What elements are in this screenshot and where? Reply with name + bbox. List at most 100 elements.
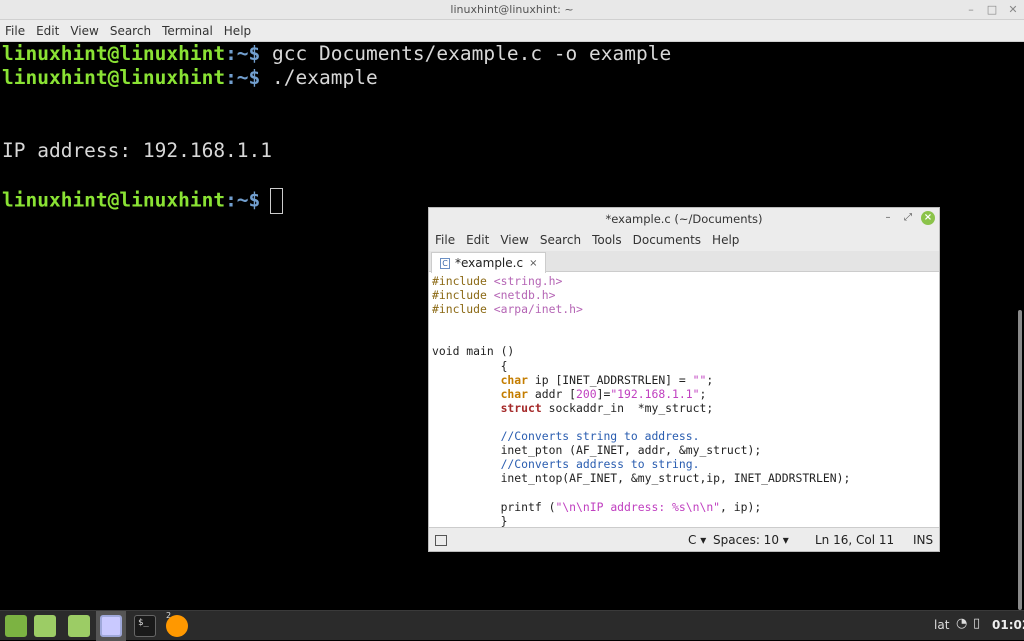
menu-file[interactable]: File bbox=[435, 233, 455, 247]
menu-view[interactable]: View bbox=[500, 233, 528, 247]
prompt-path: :~$ bbox=[225, 66, 261, 90]
terminal-line: linuxhint@linuxhint:~$ ./example bbox=[2, 66, 1012, 90]
terminal-scrollbar[interactable] bbox=[1018, 310, 1022, 610]
code-line: inet_ntop(AF_INET, &my_struct,ip, INET_A… bbox=[432, 471, 851, 486]
prompt-path: :~$ bbox=[225, 42, 261, 65]
code-text: ip [INET_ADDRSTRLEN] = bbox=[528, 372, 693, 387]
keyword: char bbox=[500, 386, 529, 401]
menu-help[interactable]: Help bbox=[712, 233, 739, 247]
preprocessor: #include bbox=[432, 288, 494, 303]
wifi-icon[interactable]: ◔ bbox=[956, 616, 967, 631]
maximize-icon[interactable]: ⤢ bbox=[901, 211, 915, 225]
language-selector[interactable]: C ▾ bbox=[688, 533, 706, 547]
gedit-menubar: File Edit View Search Tools Documents He… bbox=[429, 229, 939, 251]
menu-view[interactable]: View bbox=[70, 24, 98, 38]
keyword: struct bbox=[500, 400, 542, 415]
code-editor[interactable]: #include <string.h> #include <netdb.h> #… bbox=[429, 274, 939, 528]
prompt-user: linuxhint@linuxhint bbox=[2, 42, 226, 65]
code-text: sockaddr_in *my_struct; bbox=[541, 400, 714, 415]
menu-search[interactable]: Search bbox=[540, 233, 581, 247]
command-text: gcc Documents/example.c -o example bbox=[260, 42, 672, 65]
menu-terminal[interactable]: Terminal bbox=[162, 24, 213, 38]
preprocessor: #include bbox=[432, 302, 494, 317]
terminal-line: linuxhint@linuxhint:~$ gcc Documents/exa… bbox=[2, 42, 1012, 66]
code-text: , ip); bbox=[720, 499, 762, 514]
side-panel-toggle-icon[interactable] bbox=[435, 533, 447, 547]
keyboard-layout[interactable]: lat bbox=[934, 618, 949, 632]
menu-search[interactable]: Search bbox=[110, 24, 151, 38]
include-path: <netdb.h> bbox=[493, 288, 556, 303]
terminal-titlebar[interactable]: linuxhint@linuxhint: ~ – □ ✕ bbox=[0, 0, 1024, 20]
minimize-icon[interactable]: – bbox=[881, 211, 895, 225]
preprocessor: #include bbox=[432, 274, 494, 288]
files-folder-icon[interactable] bbox=[68, 615, 90, 637]
menu-edit[interactable]: Edit bbox=[36, 24, 59, 38]
close-icon[interactable]: × bbox=[921, 211, 935, 225]
menu-help[interactable]: Help bbox=[224, 24, 251, 38]
prompt-path: :~$ bbox=[225, 188, 261, 212]
show-desktop-icon[interactable] bbox=[34, 615, 56, 637]
terminal-icon[interactable]: $_ bbox=[134, 615, 156, 637]
code-line: struct sockaddr_in *my_struct; bbox=[432, 401, 939, 415]
code-comment: //Converts string to address. bbox=[432, 429, 700, 444]
string-literal: "192.168.1.1" bbox=[610, 386, 700, 401]
code-line: char addr [200]="192.168.1.1"; bbox=[432, 387, 939, 401]
code-line: #include <netdb.h> bbox=[432, 288, 939, 302]
command-text: ./example bbox=[260, 66, 378, 90]
code-line: printf ("\n\nIP address: %s\n\n", ip); bbox=[432, 500, 939, 514]
cursor-position[interactable]: Ln 16, Col 11 bbox=[815, 533, 894, 547]
string-literal: "\n\nIP address: %s\n\n" bbox=[555, 499, 721, 514]
code-line: inet_pton (AF_INET, addr, &my_struct); bbox=[432, 443, 762, 458]
string-literal: "" bbox=[692, 372, 707, 387]
text-cursor bbox=[270, 187, 284, 214]
prompt-user: linuxhint@linuxhint bbox=[2, 188, 226, 212]
clock[interactable]: 01:02 bbox=[992, 618, 1024, 632]
minimize-icon[interactable]: – bbox=[963, 2, 979, 18]
gedit-titlebar[interactable]: *example.c (~/Documents) – ⤢ × bbox=[429, 208, 939, 229]
code-line: } bbox=[432, 513, 508, 528]
close-icon[interactable]: ✕ bbox=[1005, 2, 1021, 18]
menu-documents[interactable]: Documents bbox=[633, 233, 701, 247]
battery-icon[interactable]: ▯ bbox=[973, 616, 980, 631]
insert-mode[interactable]: INS bbox=[913, 533, 933, 547]
firefox-icon[interactable] bbox=[166, 615, 188, 637]
tab-label: *example.c bbox=[455, 256, 524, 270]
prompt-user: linuxhint@linuxhint bbox=[2, 66, 226, 90]
menu-tools[interactable]: Tools bbox=[592, 233, 622, 247]
number-literal: 200 bbox=[576, 386, 597, 401]
code-line: void main () bbox=[432, 344, 515, 359]
maximize-icon[interactable]: □ bbox=[984, 2, 1000, 18]
menu-edit[interactable]: Edit bbox=[466, 233, 489, 247]
tab-close-icon[interactable]: × bbox=[529, 258, 537, 269]
include-path: <arpa/inet.h> bbox=[493, 302, 583, 317]
c-file-icon: C bbox=[440, 257, 450, 269]
text-editor-icon[interactable] bbox=[100, 615, 122, 637]
code-text: printf ( bbox=[432, 499, 556, 514]
menu-file[interactable]: File bbox=[5, 24, 25, 38]
gedit-title: *example.c (~/Documents) bbox=[605, 212, 763, 226]
mint-menu-icon[interactable] bbox=[5, 615, 27, 637]
terminal-output-line: IP address: 192.168.1.1 bbox=[2, 139, 273, 163]
code-line: { bbox=[432, 358, 508, 373]
gedit-window[interactable]: *example.c (~/Documents) – ⤢ × File Edit… bbox=[428, 207, 940, 552]
code-text: addr [ bbox=[528, 386, 577, 401]
tab-width-selector[interactable]: Spaces: 10 ▾ bbox=[713, 533, 789, 547]
tab-example-c[interactable]: C *example.c × bbox=[431, 252, 547, 273]
code-comment: //Converts address to string. bbox=[432, 457, 700, 472]
code-text: ; bbox=[706, 372, 714, 387]
gedit-statusbar: C ▾ Spaces: 10 ▾ Ln 16, Col 11 INS bbox=[429, 527, 939, 551]
code-line: #include <arpa/inet.h> bbox=[432, 302, 939, 316]
terminal-title: linuxhint@linuxhint: ~ bbox=[450, 3, 574, 16]
code-text: ; bbox=[699, 386, 707, 401]
code-line: char ip [INET_ADDRSTRLEN] = ""; bbox=[432, 373, 939, 387]
gedit-tabbar: C *example.c × bbox=[429, 251, 939, 273]
taskbar: $_ 2 lat ◔ ▯ 01:02 bbox=[0, 610, 1024, 641]
